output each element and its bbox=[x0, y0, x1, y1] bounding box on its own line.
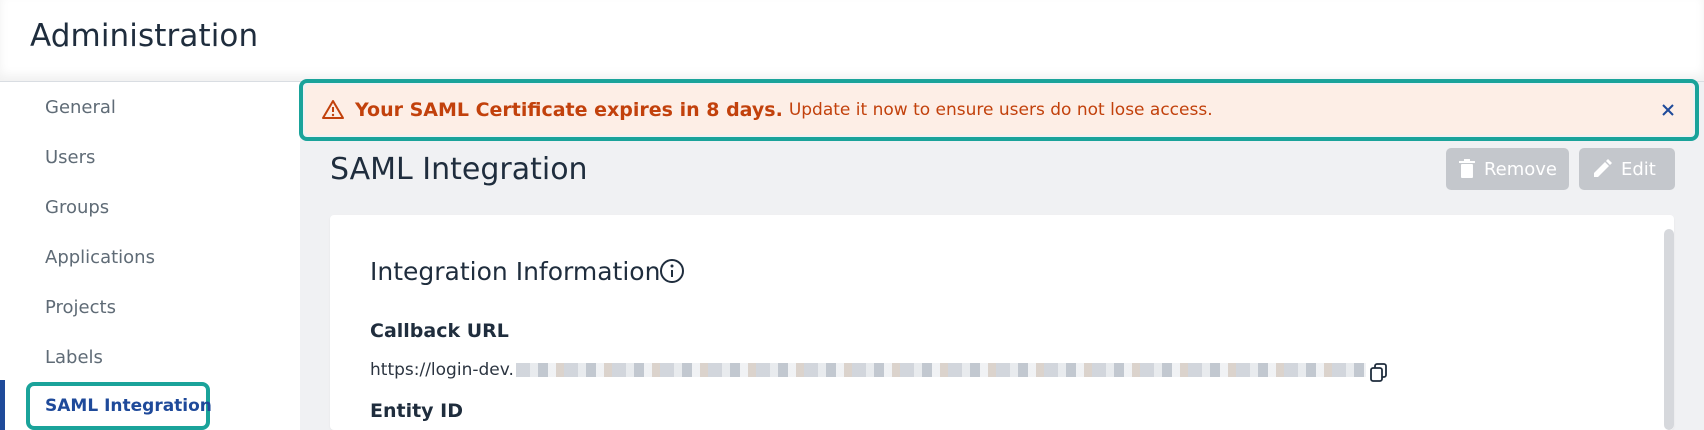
page-title: SAML Integration bbox=[330, 152, 588, 187]
page-header-title: Administration bbox=[30, 18, 259, 54]
sidebar-item-saml-integration[interactable]: SAML Integration bbox=[45, 396, 212, 416]
scrollbar[interactable] bbox=[1664, 229, 1674, 430]
sidebar-item-general[interactable]: General bbox=[45, 97, 116, 118]
integration-card bbox=[330, 215, 1674, 430]
entity-id-label: Entity ID bbox=[370, 400, 464, 422]
callback-url-value: https://login-dev. bbox=[370, 360, 1366, 380]
callback-url-label: Callback URL bbox=[370, 320, 509, 342]
remove-button-label: Remove bbox=[1483, 158, 1557, 180]
trash-icon bbox=[1458, 159, 1475, 178]
edit-button[interactable]: Edit bbox=[1579, 148, 1675, 190]
pencil-icon bbox=[1594, 159, 1612, 177]
header: Administration bbox=[0, 0, 1704, 82]
info-icon[interactable] bbox=[659, 258, 685, 284]
sidebar-item-labels[interactable]: Labels bbox=[45, 347, 103, 368]
section-title: Integration Information bbox=[370, 257, 661, 286]
sidebar-item-applications[interactable]: Applications bbox=[45, 247, 155, 268]
sidebar-item-users[interactable]: Users bbox=[45, 147, 95, 168]
callback-url-text: https://login-dev. bbox=[370, 360, 514, 380]
remove-button[interactable]: Remove bbox=[1446, 148, 1569, 190]
sidebar-active-indicator bbox=[0, 380, 5, 430]
edit-button-label: Edit bbox=[1621, 158, 1656, 180]
sidebar-item-projects[interactable]: Projects bbox=[45, 297, 116, 318]
redacted-url bbox=[515, 363, 1366, 377]
alert-highlight bbox=[299, 79, 1699, 141]
copy-icon[interactable] bbox=[1368, 361, 1390, 383]
sidebar-item-groups[interactable]: Groups bbox=[45, 197, 109, 218]
